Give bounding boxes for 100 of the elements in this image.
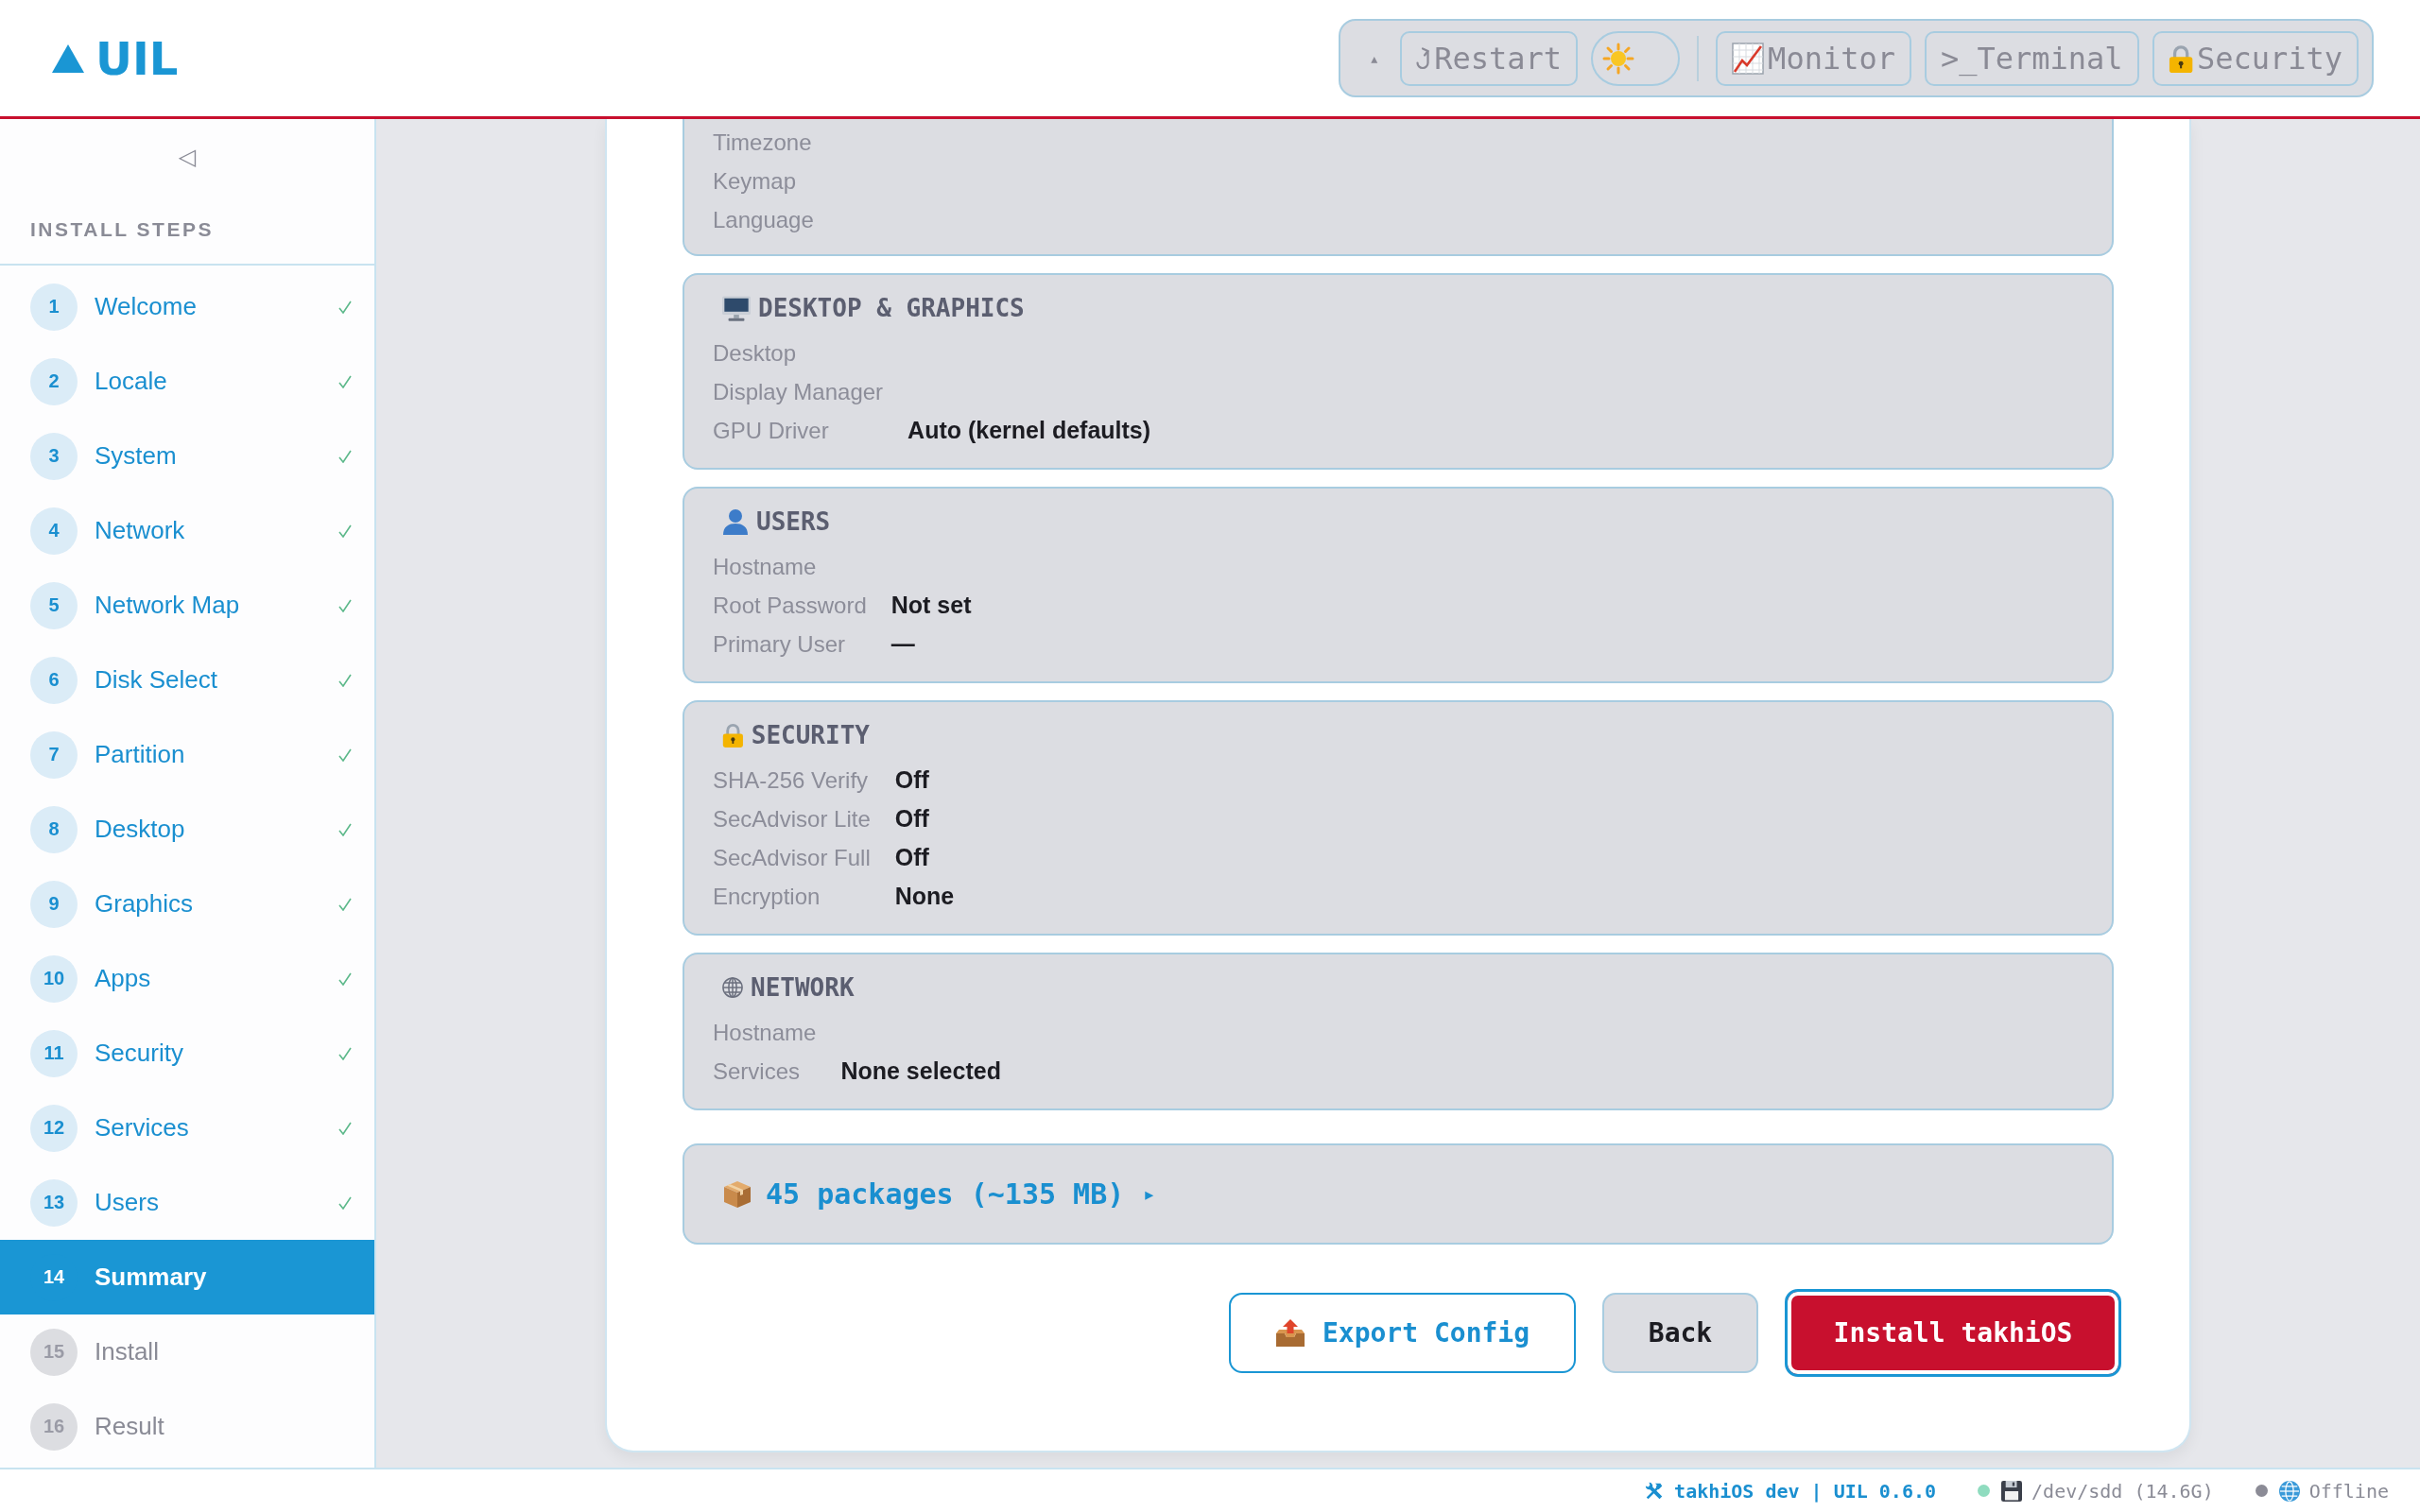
step-number: 11	[30, 1029, 78, 1077]
step-item[interactable]: 4 Network	[0, 493, 374, 568]
field-value: Off	[894, 766, 929, 794]
step-number: 5	[30, 581, 78, 629]
security-button[interactable]: Security	[2152, 30, 2359, 86]
step-item[interactable]: 5 Network Map	[0, 568, 374, 643]
network-status: Offline	[2308, 1479, 2389, 1503]
caret-icon: ▸	[1145, 1184, 1154, 1204]
step-item[interactable]: 7 Partition	[0, 717, 374, 792]
disk-label: /dev/sdd (14.6G)	[2031, 1479, 2214, 1503]
step-item[interactable]: 12 Services	[0, 1091, 374, 1165]
step-label: Welcome	[95, 292, 197, 321]
export-config-button[interactable]: Export Config	[1229, 1293, 1576, 1373]
step-number: 9	[30, 880, 78, 928]
field-value: Not set	[890, 592, 972, 619]
step-number: 7	[30, 730, 78, 779]
step-item[interactable]: 13 Users	[0, 1165, 374, 1240]
step-number: 2	[30, 357, 78, 405]
section-heading: USERS	[756, 507, 831, 536]
step-item[interactable]: 16 Result	[0, 1389, 374, 1464]
terminal-button[interactable]: >_Terminal	[1924, 30, 2139, 86]
field-value: None selected	[840, 1057, 1001, 1085]
step-number: 13	[30, 1178, 78, 1227]
section-heading: NETWORK	[751, 973, 855, 1002]
step-label: Partition	[95, 740, 185, 769]
restart-icon	[1416, 46, 1431, 70]
step-label: Locale	[95, 367, 167, 396]
field-value: Off	[894, 844, 929, 871]
step-label: Services	[95, 1113, 189, 1143]
field-label: SecAdvisor Lite	[713, 805, 871, 833]
step-number: 12	[30, 1104, 78, 1152]
step-number: 4	[30, 507, 78, 555]
step-number: 16	[30, 1402, 78, 1451]
step-label: Result	[95, 1412, 164, 1441]
field-label: Services	[713, 1057, 801, 1085]
theme-toggle[interactable]	[1591, 30, 1681, 86]
field-label: Hostname	[713, 1019, 817, 1046]
step-item[interactable]: 8 Desktop	[0, 792, 374, 867]
install-button[interactable]: Install takhiOS	[1785, 1289, 2121, 1377]
field-label: SHA-256 Verify	[713, 766, 869, 794]
step-item[interactable]: 6 Disk Select	[0, 643, 374, 717]
step-item[interactable]: 9 Graphics	[0, 867, 374, 941]
field-value: Off	[894, 805, 929, 833]
step-item[interactable]: 11 Security	[0, 1016, 374, 1091]
step-label: Users	[95, 1188, 159, 1217]
step-item[interactable]: 3 System	[0, 419, 374, 493]
step-number: 3	[30, 432, 78, 480]
step-item[interactable]: 2 Locale	[0, 344, 374, 419]
field-label: Keymap	[713, 167, 797, 195]
field-label: Hostname	[713, 553, 817, 580]
step-label: Desktop	[95, 815, 185, 844]
chart-icon	[1732, 42, 1765, 75]
field-label: GPU Driver	[713, 417, 829, 444]
field-label: Display Manager	[713, 378, 884, 405]
field-label: Primary User	[713, 630, 845, 658]
field-value: Auto (kernel defaults)	[908, 417, 1151, 444]
step-label: Install	[95, 1337, 159, 1366]
triangle-logo-icon	[52, 43, 84, 73]
lock-icon	[2168, 43, 2193, 73]
lock-icon	[722, 723, 744, 747]
step-number: 15	[30, 1328, 78, 1376]
outbox-tray-icon	[1274, 1318, 1305, 1348]
monitor-icon	[722, 295, 751, 321]
restart-button[interactable]: Restart	[1400, 30, 1579, 86]
section-heading: SECURITY	[751, 721, 870, 749]
field-label: Encryption	[713, 883, 821, 910]
collapse-button[interactable]: ▴	[1365, 50, 1388, 66]
field-label: Desktop	[713, 339, 797, 367]
field-label: Root Password	[713, 592, 867, 619]
step-label: Network Map	[95, 591, 240, 620]
person-icon	[722, 508, 749, 535]
logo-text: UIL	[95, 31, 179, 85]
field-value: None	[894, 883, 955, 910]
globe-icon	[722, 977, 743, 998]
step-number: 6	[30, 656, 78, 704]
package-icon	[722, 1178, 752, 1210]
step-label: Graphics	[95, 889, 194, 919]
section-heading: DESKTOP & GRAPHICS	[758, 294, 1025, 322]
step-label: System	[95, 441, 177, 471]
step-item[interactable]: 10 Apps	[0, 941, 374, 1016]
step-number: 1	[30, 283, 78, 331]
step-item[interactable]: 14 Summary	[0, 1240, 374, 1314]
step-label: Network	[95, 516, 185, 545]
packages-toggle[interactable]: 45 packages (~135 MB) ▸	[683, 1143, 2114, 1245]
sidebar-title: INSTALL STEPS	[30, 217, 214, 241]
step-item[interactable]: 1 Welcome	[0, 269, 374, 344]
step-number: 8	[30, 805, 78, 853]
field-label: SecAdvisor Full	[713, 844, 871, 871]
step-label: Disk Select	[95, 665, 218, 695]
collapse-sidebar-button[interactable]: ◁	[174, 144, 200, 170]
globe-icon	[2278, 1480, 2300, 1502]
step-label: Apps	[95, 964, 151, 993]
step-number: 10	[30, 954, 78, 1003]
field-label: Timezone	[713, 129, 812, 156]
step-item[interactable]: 15 Install	[0, 1314, 374, 1389]
field-value: —	[890, 630, 915, 658]
back-button[interactable]: Back	[1602, 1293, 1758, 1373]
version-label: takhiOS dev | UIL 0.6.0	[1674, 1479, 1937, 1503]
monitor-button[interactable]: Monitor	[1716, 30, 1911, 86]
field-label: Language	[713, 206, 814, 233]
